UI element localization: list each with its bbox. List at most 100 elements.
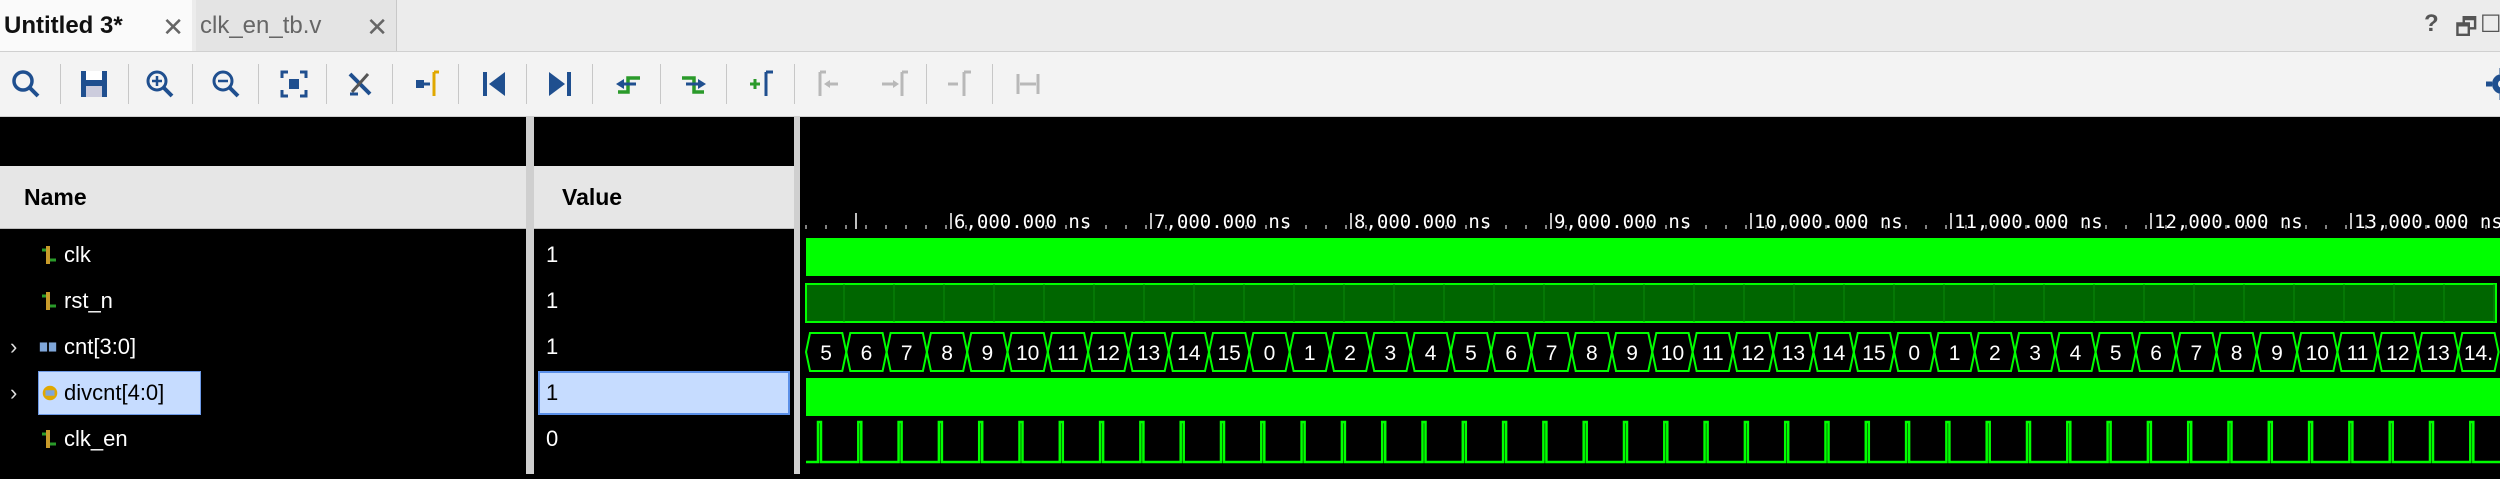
wave-cnt-value: 12 xyxy=(1741,342,1764,365)
wave-cnt-value: 11 xyxy=(1702,342,1724,365)
ruler-label: 11,000.000 ns xyxy=(1954,211,2103,233)
wave-cnt-value: 11 xyxy=(1057,342,1079,365)
wave-cnt-value: 0 xyxy=(1908,342,1920,365)
wave-clk-en xyxy=(806,420,2500,464)
selection-highlight xyxy=(538,371,790,415)
close-icon[interactable]: ✕ xyxy=(162,12,184,43)
value-cell: 1 xyxy=(546,334,559,359)
bus-signal-icon xyxy=(39,342,57,352)
wave-cnt-value: 12 xyxy=(1097,342,1120,365)
ruler-label: 8,000.000 ns xyxy=(1354,211,1491,233)
marker-range-icon[interactable] xyxy=(1006,62,1050,106)
zoom-in-icon[interactable] xyxy=(138,62,182,106)
ruler-label: 10,000.000 ns xyxy=(1754,211,1903,233)
prev-edge-icon[interactable] xyxy=(606,62,650,106)
next-edge-icon[interactable] xyxy=(672,62,716,106)
bus-signal-icon xyxy=(42,385,58,401)
wave-cnt-value: 14 xyxy=(1822,342,1846,365)
zoom-fit-icon[interactable] xyxy=(272,62,316,106)
toolbar xyxy=(0,52,2500,117)
wave-divcnt xyxy=(806,378,2500,416)
wave-cnt-value: 4 xyxy=(1425,342,1437,365)
expand-chevron-icon[interactable]: › xyxy=(10,380,17,406)
prev-marker-icon[interactable] xyxy=(806,62,850,106)
ruler-label: 9,000.000 ns xyxy=(1554,211,1691,233)
help-icon[interactable]: ? xyxy=(2424,10,2439,38)
wave-clk xyxy=(806,238,2500,276)
signal-name: rst_n xyxy=(64,288,113,313)
wave-cnt-value: 5 xyxy=(1465,342,1477,365)
expand-chevron-icon[interactable]: › xyxy=(10,334,17,360)
tab-label: clk_en_tb.v xyxy=(200,11,322,39)
waveform-pane[interactable]: 6,000.000 ns 7,000.000 ns 8,000.000 ns 9,00… xyxy=(800,117,2500,474)
signal-row-clk[interactable]: clk xyxy=(0,232,526,278)
wave-cnt-value: 9 xyxy=(1626,342,1638,365)
tab-bar: Untitled 3* ✕ clk_en_tb.v ✕ ? 🗗 ☐ xyxy=(0,0,2500,52)
wave-cnt-value: 14. xyxy=(2464,342,2493,365)
signal-name: clk xyxy=(64,242,91,267)
bit-signal-icon xyxy=(42,246,56,264)
wave-cnt-value: 9 xyxy=(982,342,994,365)
wave-cnt-value: 5 xyxy=(2110,342,2122,365)
wave-cnt-value: 11 xyxy=(2347,342,2369,365)
save-icon[interactable] xyxy=(72,62,116,106)
wave-cnt-value: 0 xyxy=(1264,342,1276,365)
wave-cnt-value: 5 xyxy=(820,342,832,365)
wave-cnt-value: 12 xyxy=(2386,342,2409,365)
settings-icon[interactable] xyxy=(2480,62,2500,106)
wave-cnt-value: 13 xyxy=(1782,342,1805,365)
signal-name: cnt[3:0] xyxy=(64,334,137,359)
wave-cnt-value: 10 xyxy=(2306,342,2329,365)
signal-row-divcnt[interactable]: › divcnt[4:0] xyxy=(0,370,526,416)
wave-cnt-value: 4 xyxy=(2070,342,2082,365)
wave-cnt-value: 13 xyxy=(2426,342,2449,365)
signal-row-clk-en[interactable]: clk_en xyxy=(0,416,526,462)
value-column-header[interactable]: Value xyxy=(562,166,622,228)
wave-cnt-value: 6 xyxy=(1505,342,1517,365)
bit-signal-icon xyxy=(42,292,56,310)
wave-cnt-value: 7 xyxy=(2191,342,2203,365)
wave-cnt-value: 1 xyxy=(1949,342,1961,365)
waveform-canvas[interactable]: 6,000.000 ns 7,000.000 ns 8,000.000 ns 9,00… xyxy=(800,117,2500,474)
wave-cnt-value: 6 xyxy=(2150,342,2162,365)
wave-cnt-value: 15 xyxy=(1217,342,1240,365)
value-cell-selected[interactable]: 1 xyxy=(534,370,794,416)
zoom-out-icon[interactable] xyxy=(204,62,248,106)
signal-name: divcnt[4:0] xyxy=(64,380,165,405)
ruler-label: 6,000.000 ns xyxy=(954,211,1091,233)
wave-cnt-value: 3 xyxy=(1385,342,1397,365)
search-icon[interactable] xyxy=(4,62,48,106)
add-marker-icon[interactable] xyxy=(740,62,784,106)
name-column-header[interactable]: Name xyxy=(24,166,87,228)
wave-cnt-value: 9 xyxy=(2271,342,2283,365)
name-value-splitter[interactable] xyxy=(526,117,534,474)
wave-cnt-value: 7 xyxy=(1546,342,1558,365)
value-cell: 1 xyxy=(546,242,559,267)
signal-row-rst-n[interactable]: rst_n xyxy=(0,278,526,324)
maximize-icon[interactable]: ☐ xyxy=(2480,10,2500,39)
signal-name: clk_en xyxy=(64,426,128,451)
next-marker-icon[interactable] xyxy=(872,62,916,106)
value-pane: Value 1 1 1 1 0 xyxy=(534,117,794,474)
tab-clk-en-tb[interactable]: clk_en_tb.v ✕ xyxy=(196,0,397,51)
tab-label: Untitled 3* xyxy=(4,11,123,39)
wave-cnt-value: 10 xyxy=(1016,342,1039,365)
goto-last-icon[interactable] xyxy=(538,62,582,106)
restore-icon[interactable]: 🗗 xyxy=(2455,10,2478,51)
ruler-label: 7,000.000 ns xyxy=(1154,211,1291,233)
signal-row-cnt[interactable]: › cnt[3:0] xyxy=(0,324,526,370)
wave-cnt-value: 3 xyxy=(2029,342,2041,365)
cursor-snap-icon[interactable] xyxy=(338,62,382,106)
wave-cnt-value: 1 xyxy=(1304,342,1316,365)
value-cell: 0 xyxy=(546,426,559,451)
goto-cursor-icon[interactable] xyxy=(404,62,448,106)
bit-signal-icon xyxy=(42,430,56,448)
wave-cnt-value: 7 xyxy=(901,342,913,365)
close-icon[interactable]: ✕ xyxy=(366,12,388,43)
wave-cnt-value: 10 xyxy=(1661,342,1684,365)
goto-first-icon[interactable] xyxy=(472,62,516,106)
delete-marker-icon[interactable] xyxy=(938,62,982,106)
ruler-label: 12,000.000 ns xyxy=(2154,211,2303,233)
wave-rst-n xyxy=(805,283,2497,323)
tab-untitled-3[interactable]: Untitled 3* ✕ xyxy=(0,0,192,51)
